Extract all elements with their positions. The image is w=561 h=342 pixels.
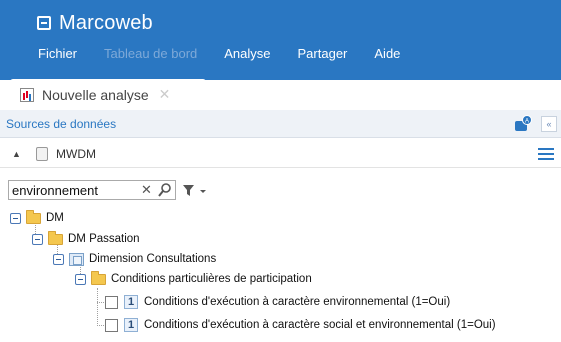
tree-node-label: Dimension Consultations [89, 253, 217, 265]
tree-leaf-label: Conditions d'exécution à caractère socia… [144, 319, 496, 331]
leaf-checkbox[interactable] [105, 295, 118, 309]
tree-leaf[interactable]: 1 Conditions d'exécution à caractère env… [105, 292, 450, 312]
sources-label: Sources de données [6, 117, 117, 131]
leaf-checkbox[interactable] [105, 318, 118, 332]
close-icon[interactable]: ✕ [159, 86, 171, 103]
search-input[interactable] [12, 183, 132, 198]
menu-item-analyse[interactable]: Analyse [224, 46, 270, 61]
datasource-row[interactable]: ▲ MWDM [0, 140, 561, 168]
tree-node-label: DM [46, 212, 64, 224]
collapse-panel-button[interactable]: « [541, 116, 557, 132]
users-badge-icon[interactable]: A [514, 115, 532, 133]
collapse-node-icon[interactable] [75, 273, 86, 285]
menu-item-partager[interactable]: Partager [298, 46, 348, 61]
measure-icon: 1 [124, 295, 138, 309]
menu-item-fichier[interactable]: Fichier [38, 46, 77, 61]
tab-label: Nouvelle analyse [42, 86, 149, 103]
app-title: Marcoweb [59, 11, 153, 34]
brand: Marcoweb [37, 10, 153, 36]
filter-icon[interactable] [182, 183, 208, 199]
menu-item-aide[interactable]: Aide [374, 46, 400, 61]
main-menu: Fichier Tableau de bord Analyse Partager… [38, 46, 427, 61]
measure-icon: 1 [124, 318, 138, 332]
folder-icon [48, 230, 63, 245]
folder-icon [91, 270, 106, 285]
folder-icon [26, 209, 41, 224]
menu-item-tableau-de-bord: Tableau de bord [104, 46, 198, 61]
tree-connector [97, 288, 98, 326]
tree-node-dm-passation[interactable]: DM Passation [32, 229, 140, 249]
collapse-node-icon[interactable] [53, 253, 64, 265]
collapse-node-icon[interactable] [10, 212, 21, 224]
tree-node-dimension-consultations[interactable]: Dimension Consultations [53, 249, 216, 269]
collapse-arrow-icon[interactable]: ▲ [12, 149, 21, 159]
datasource-label: MWDM [56, 147, 96, 161]
tab-nouvelle-analyse[interactable]: Nouvelle analyse ✕ [10, 79, 206, 110]
tree-leaf-label: Conditions d'exécution à caractère envir… [144, 296, 451, 308]
top-bar: Marcoweb Fichier Tableau de bord Analyse… [0, 0, 561, 80]
tree-node-conditions-particulieres[interactable]: Conditions particulières de participatio… [75, 269, 312, 289]
chart-icon [20, 87, 34, 102]
dimension-icon [69, 252, 84, 266]
clear-search-icon[interactable]: ✕ [141, 182, 152, 198]
tree-node-dm[interactable]: DM [10, 208, 64, 228]
sources-panel-header: Sources de données A « [0, 110, 561, 138]
tree-node-label: Conditions particulières de participatio… [111, 273, 312, 285]
search-icon[interactable] [157, 182, 173, 198]
search-box: ✕ [8, 180, 176, 200]
app-logo-icon [37, 16, 51, 30]
tree-leaf[interactable]: 1 Conditions d'exécution à caractère soc… [105, 315, 496, 335]
svg-text:A: A [525, 119, 529, 125]
tree-node-label: DM Passation [68, 233, 140, 245]
hamburger-menu-icon[interactable] [538, 148, 554, 160]
collapse-node-icon[interactable] [32, 233, 43, 245]
database-icon [36, 147, 48, 161]
